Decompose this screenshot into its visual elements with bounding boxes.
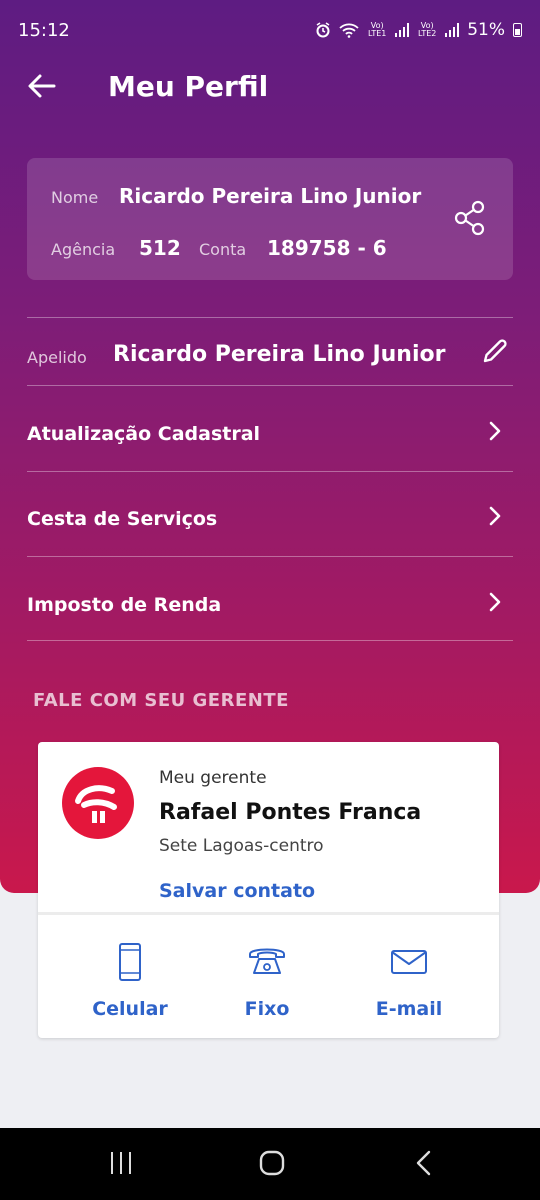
bank-logo [62,767,134,839]
bank-logo-icon [75,785,117,823]
manager-card: Meu gerente Rafael Pontes Franca Sete La… [38,742,499,1038]
send-email-button[interactable]: E-mail [339,942,479,1022]
edit-pencil-icon[interactable] [480,336,510,366]
manager-location: Sete Lagoas-centro [159,836,324,856]
divider [27,556,513,557]
battery-icon [513,23,522,37]
lte1-label: Vo) LTE1 [368,21,387,38]
nickname-value: Ricardo Pereira Lino Junior [113,342,446,367]
agency-value: 512 [139,236,181,260]
nickname-label: Apelido [27,348,87,367]
menu-item-label: Atualização Cadastral [27,423,261,445]
home-icon[interactable] [259,1150,285,1176]
menu-item-imposto-de-renda[interactable]: Imposto de Renda [27,576,513,636]
back-nav-icon[interactable] [412,1150,438,1176]
menu-item-cesta-de-servicos[interactable]: Cesta de Serviços [27,490,513,550]
chevron-right-icon [489,592,501,612]
agency-label: Agência [51,240,116,259]
wifi-icon [339,23,359,38]
manager-name: Rafael Pontes Franca [159,800,422,825]
action-label: E-mail [375,998,443,1020]
divider [38,912,499,915]
system-navigation-bar [0,1128,540,1200]
signal-2-icon [445,23,460,37]
status-bar: 15:12 Vo) LTE1 Vo) LTE2 51% [0,0,540,60]
chevron-right-icon [489,506,501,526]
section-title: FALE COM SEU GERENTE [33,690,289,711]
alarm-icon [316,22,330,38]
battery-percent: 51% [467,20,505,40]
signal-1-icon [395,23,410,37]
divider [27,471,513,472]
call-mobile-button[interactable]: Celular [60,942,200,1022]
account-value: 189758 - 6 [267,236,387,260]
name-value: Ricardo Pereira Lino Junior [119,184,422,208]
app-header: Meu Perfil [0,60,540,120]
action-label: Fixo [244,998,290,1020]
divider [27,317,513,318]
lte2-label: Vo) LTE2 [418,21,437,38]
back-arrow-icon[interactable] [26,70,58,102]
menu-item-label: Imposto de Renda [27,594,222,616]
save-contact-link[interactable]: Salvar contato [159,880,315,902]
menu-item-label: Cesta de Serviços [27,508,218,530]
landline-phone-icon [249,948,285,974]
divider [27,640,513,641]
divider [27,385,513,386]
share-icon[interactable] [453,200,487,236]
page-title: Meu Perfil [108,70,269,103]
call-landline-button[interactable]: Fixo [197,942,337,1022]
account-label: Conta [199,240,247,259]
action-label: Celular [92,998,168,1020]
manager-label: Meu gerente [159,768,267,788]
recent-apps-icon[interactable] [108,1150,134,1176]
account-info-card: Nome Ricardo Pereira Lino Junior Agência… [27,158,513,280]
mobile-phone-icon [119,943,141,981]
chevron-right-icon [489,421,501,441]
envelope-icon [391,950,427,974]
menu-item-atualizacao-cadastral[interactable]: Atualização Cadastral [27,405,513,465]
name-label: Nome [51,188,99,207]
status-time: 15:12 [18,20,70,41]
